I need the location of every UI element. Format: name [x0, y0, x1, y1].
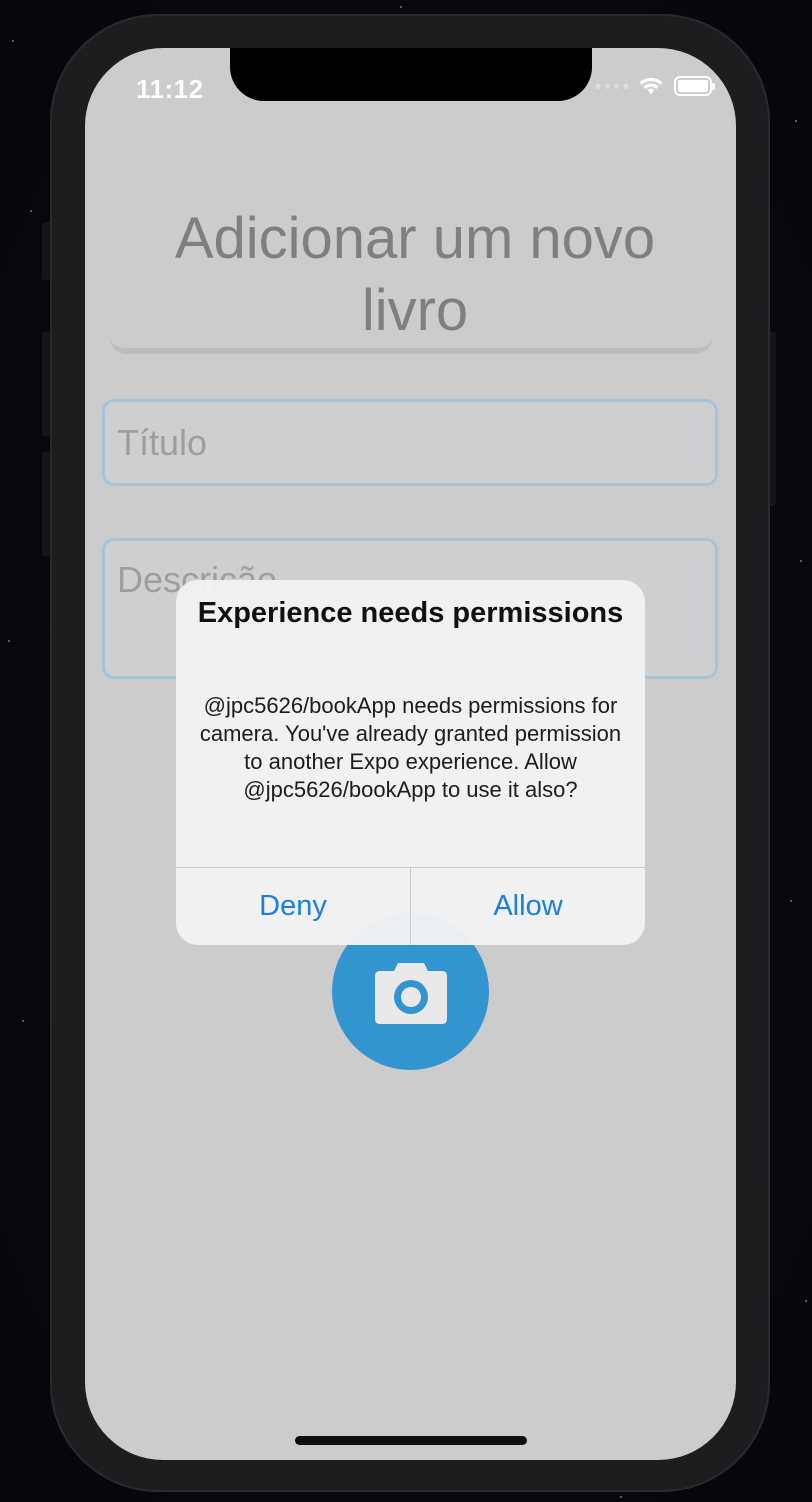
battery-icon [674, 76, 715, 96]
status-indicators [596, 76, 715, 96]
page-title: Adicionar um novo livro [174, 205, 656, 343]
title-field[interactable] [102, 399, 718, 486]
signal-icon [596, 83, 628, 89]
home-indicator[interactable] [295, 1436, 527, 1445]
star [12, 40, 14, 42]
title-input[interactable] [105, 402, 715, 483]
permission-alert: Experience needs permissions @jpc5626/bo… [176, 580, 645, 945]
star [30, 210, 32, 212]
star [8, 640, 10, 642]
title-divider [110, 338, 712, 354]
star [22, 1020, 24, 1022]
status-time: 11:12 [136, 74, 204, 104]
star [400, 6, 402, 8]
deny-button[interactable]: Deny [176, 868, 410, 945]
star [800, 560, 802, 562]
star [620, 1496, 622, 1498]
alert-title: Experience needs permissions [197, 597, 624, 629]
wifi-icon [639, 77, 663, 94]
allow-button[interactable]: Allow [410, 868, 645, 945]
star [790, 900, 792, 902]
alert-message: @jpc5626/bookApp needs permissions for c… [199, 693, 622, 802]
star [795, 120, 797, 122]
camera-icon [374, 962, 447, 1024]
notch [230, 48, 592, 101]
alert-actions: Deny Allow [176, 867, 645, 945]
star [805, 1300, 807, 1302]
